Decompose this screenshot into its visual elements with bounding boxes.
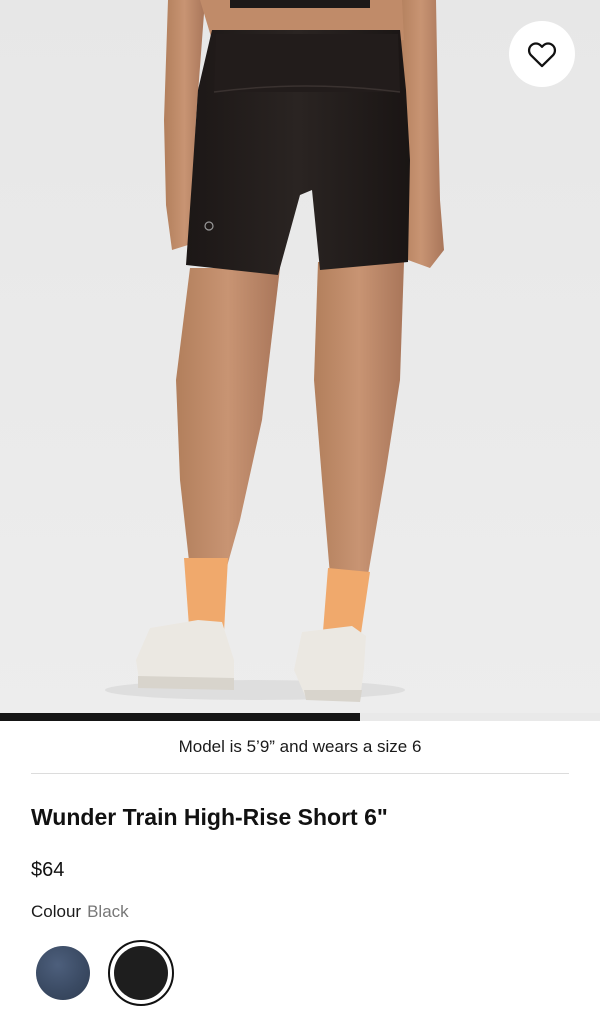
colour-selected-value: Black xyxy=(87,902,129,921)
carousel-progress xyxy=(0,713,600,721)
colour-row: Colour Black xyxy=(31,900,129,924)
product-image[interactable] xyxy=(0,0,600,721)
swatch-navy[interactable] xyxy=(36,946,90,1000)
swatch-black-fill xyxy=(114,946,168,1000)
divider xyxy=(31,773,569,774)
wishlist-button[interactable] xyxy=(509,21,575,87)
carousel-progress-fill xyxy=(0,713,360,721)
colour-label: Colour xyxy=(31,902,82,921)
product-photo xyxy=(0,0,600,721)
heart-icon xyxy=(527,42,557,68)
swatch-black-selected[interactable] xyxy=(108,940,174,1006)
model-size-note: Model is 5’9” and wears a size 6 xyxy=(178,737,422,756)
product-price: $64 xyxy=(31,859,65,881)
product-title: Wunder Train High-Rise Short 6" xyxy=(31,804,388,830)
